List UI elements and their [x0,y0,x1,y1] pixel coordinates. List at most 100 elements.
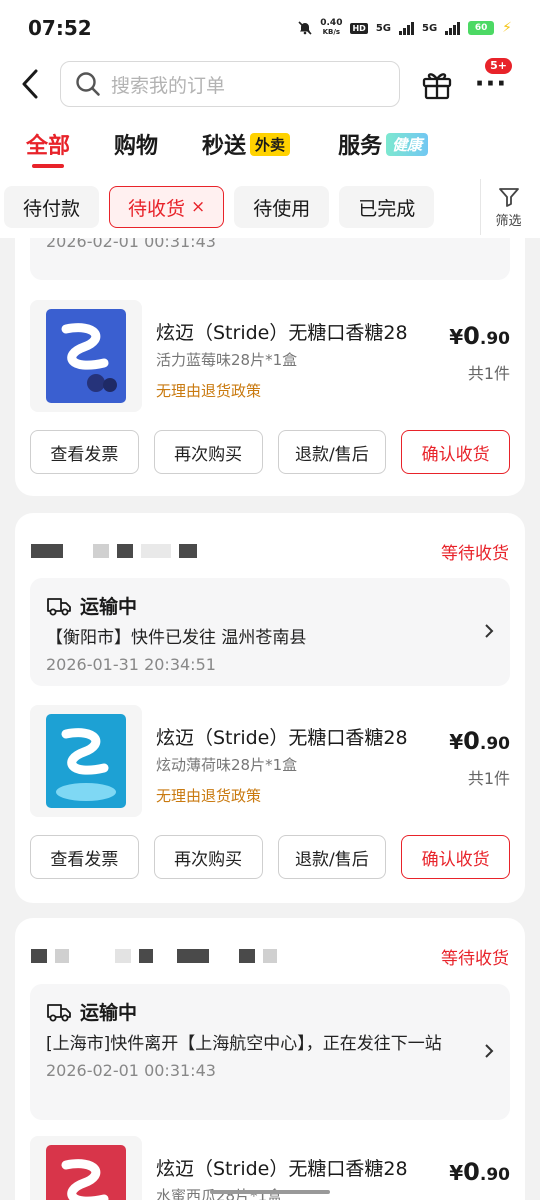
product-image [30,1136,142,1200]
logistics-panel[interactable]: 站 2026-02-01 00:31:43 [30,238,510,280]
filter-pending-payment[interactable]: 待付款 [4,186,100,228]
gift-icon [422,73,452,100]
order-card: 等待收货 运输中 【衡阳市】快件已发往 温州苍南县 2026-01-31 20:… [15,513,525,903]
logistics-title: 运输中 [46,592,494,619]
tab-all[interactable]: 全部 [26,128,71,168]
filter-to-use[interactable]: 待使用 [234,186,330,228]
logistics-time: 2026-01-31 20:34:51 [46,655,216,674]
filter-label: 筛选 [495,213,522,229]
order-tabs: 全部 购物 秒送 外卖 服务 健康 [0,112,540,176]
search-input[interactable]: 搜索我的订单 [60,61,400,107]
filter-completed[interactable]: 已完成 [339,186,435,228]
filter-pending-receipt[interactable]: 待收货 × [109,186,225,228]
logistics-title: 运输中 [46,998,494,1025]
confirm-receipt-button[interactable]: 确认收货 [401,835,510,879]
chip-label: 待付款 [23,197,81,220]
currency-symbol: ¥ [449,730,464,754]
shop-row[interactable]: 等待收货 [31,942,509,970]
shop-row[interactable]: 等待收货 [31,537,509,565]
refund-button[interactable]: 退款/售后 [277,430,387,474]
status-bar: 07:52 0.40 KB/s HD 5G 5G 60 ⚡ [0,0,540,56]
more-icon: ··· [474,69,508,99]
home-indicator[interactable] [210,1190,330,1194]
order-list[interactable]: 站 2026-02-01 00:31:43 炫迈（Stride）无糖口香糖28 … [0,238,540,1200]
funnel-icon [498,187,519,207]
charging-icon: ⚡ [502,20,512,36]
logistics-time: 2026-02-01 00:31:43 [46,238,216,251]
order-actions: 查看发票 再次购买 退款/售后 确认收货 [30,430,510,474]
hd-icon: HD [350,22,368,34]
takeout-tag: 外卖 [250,132,291,156]
filter-button[interactable]: 筛选 [480,179,536,235]
product-price: ¥0.90 [449,727,510,755]
net-speed-unit: KB/s [322,28,341,36]
signal-icon [398,21,414,35]
item-count: 共1件 [467,769,510,788]
tab-label: 购物 [114,134,159,159]
logistics-message: 【衡阳市】快件已发往 温州苍南县 [46,628,307,648]
price-int: 0 [463,1158,480,1186]
status-icons: 0.40 KB/s HD 5G 5G 60 ⚡ [298,19,512,37]
price-dec: .90 [479,734,510,754]
view-invoice-button[interactable]: 查看发票 [30,430,139,474]
search-icon [76,72,100,96]
product-price: ¥0.90 [449,322,510,350]
health-tag: 健康 [386,132,429,156]
tab-instant-delivery[interactable]: 秒送 外卖 [202,128,291,160]
tab-shopping[interactable]: 购物 [114,128,158,160]
net-speed: 0.40 KB/s [320,19,342,37]
product-row[interactable]: 炫迈（Stride）无糖口香糖28 活力蓝莓味28片*1盒 无理由退货政策 ¥0… [30,300,510,412]
currency-symbol: ¥ [449,325,464,349]
status-filters: 待付款 待收货 × 待使用 已完成 筛选 [0,176,540,238]
shop-name-redacted [31,544,197,558]
sim1-label: 5G [375,22,391,34]
logistics-panel[interactable]: 运输中 【衡阳市】快件已发往 温州苍南县 2026-01-31 20:34:51 [30,578,510,686]
confirm-receipt-button[interactable]: 确认收货 [401,430,510,474]
item-count: 共1件 [467,364,510,383]
logistics-time: 2026-02-01 00:31:43 [46,1061,216,1080]
header: 搜索我的订单 ··· 5+ [0,56,540,112]
more-button[interactable]: ··· 5+ [466,56,516,112]
order-status: 等待收货 [441,948,509,969]
logistics-message: [上海市]快件离开【上海航空中心】，正在发往下一站 [46,1034,442,1054]
order-card: 等待收货 运输中 [上海市]快件离开【上海航空中心】，正在发往下一站 2026-… [15,918,525,1200]
search-placeholder: 搜索我的订单 [111,74,226,97]
tab-services[interactable]: 服务 健康 [338,128,429,160]
price-block: ¥0.90 [449,1158,510,1186]
price-dec: .90 [479,1165,510,1185]
battery-icon: 60 [468,21,495,35]
view-invoice-button[interactable]: 查看发票 [30,835,139,879]
product-row[interactable]: 炫迈（Stride）无糖口香糖28 炫动薄荷味28片*1盒 无理由退货政策 ¥0… [30,705,510,817]
logistics-title-text: 运输中 [80,1002,138,1024]
refund-button[interactable]: 退款/售后 [277,835,387,879]
product-image [30,300,142,412]
order-card: 站 2026-02-01 00:31:43 炫迈（Stride）无糖口香糖28 … [15,238,525,496]
logistics-title-text: 运输中 [80,596,138,618]
chevron-right-icon [484,1040,494,1064]
price-int: 0 [463,727,480,755]
close-icon[interactable]: × [191,197,205,217]
mute-icon [298,21,312,35]
signal-icon [445,21,461,35]
net-speed-value: 0.40 [320,18,343,28]
product-image [30,705,142,817]
logistics-panel[interactable]: 运输中 [上海市]快件离开【上海航空中心】，正在发往下一站 2026-02-01… [30,984,510,1120]
tab-label: 全部 [26,134,71,159]
tab-label: 秒送 [202,134,247,159]
buy-again-button[interactable]: 再次购买 [153,835,263,879]
sim2-label: 5G [421,22,438,34]
gift-button[interactable] [408,56,466,112]
truck-icon [47,597,71,615]
back-button[interactable] [0,56,60,112]
shop-name-redacted [31,949,277,963]
currency-symbol: ¥ [449,1161,464,1185]
truck-icon [47,1003,71,1021]
buy-again-button[interactable]: 再次购买 [153,430,263,474]
chevron-right-icon [484,620,494,644]
notification-badge: 5+ [485,58,512,74]
price-block: ¥0.90 共1件 [449,322,510,384]
chip-label: 待使用 [253,197,311,220]
price-int: 0 [463,322,480,350]
back-arrow-icon [22,69,38,99]
chip-label: 已完成 [358,197,416,220]
